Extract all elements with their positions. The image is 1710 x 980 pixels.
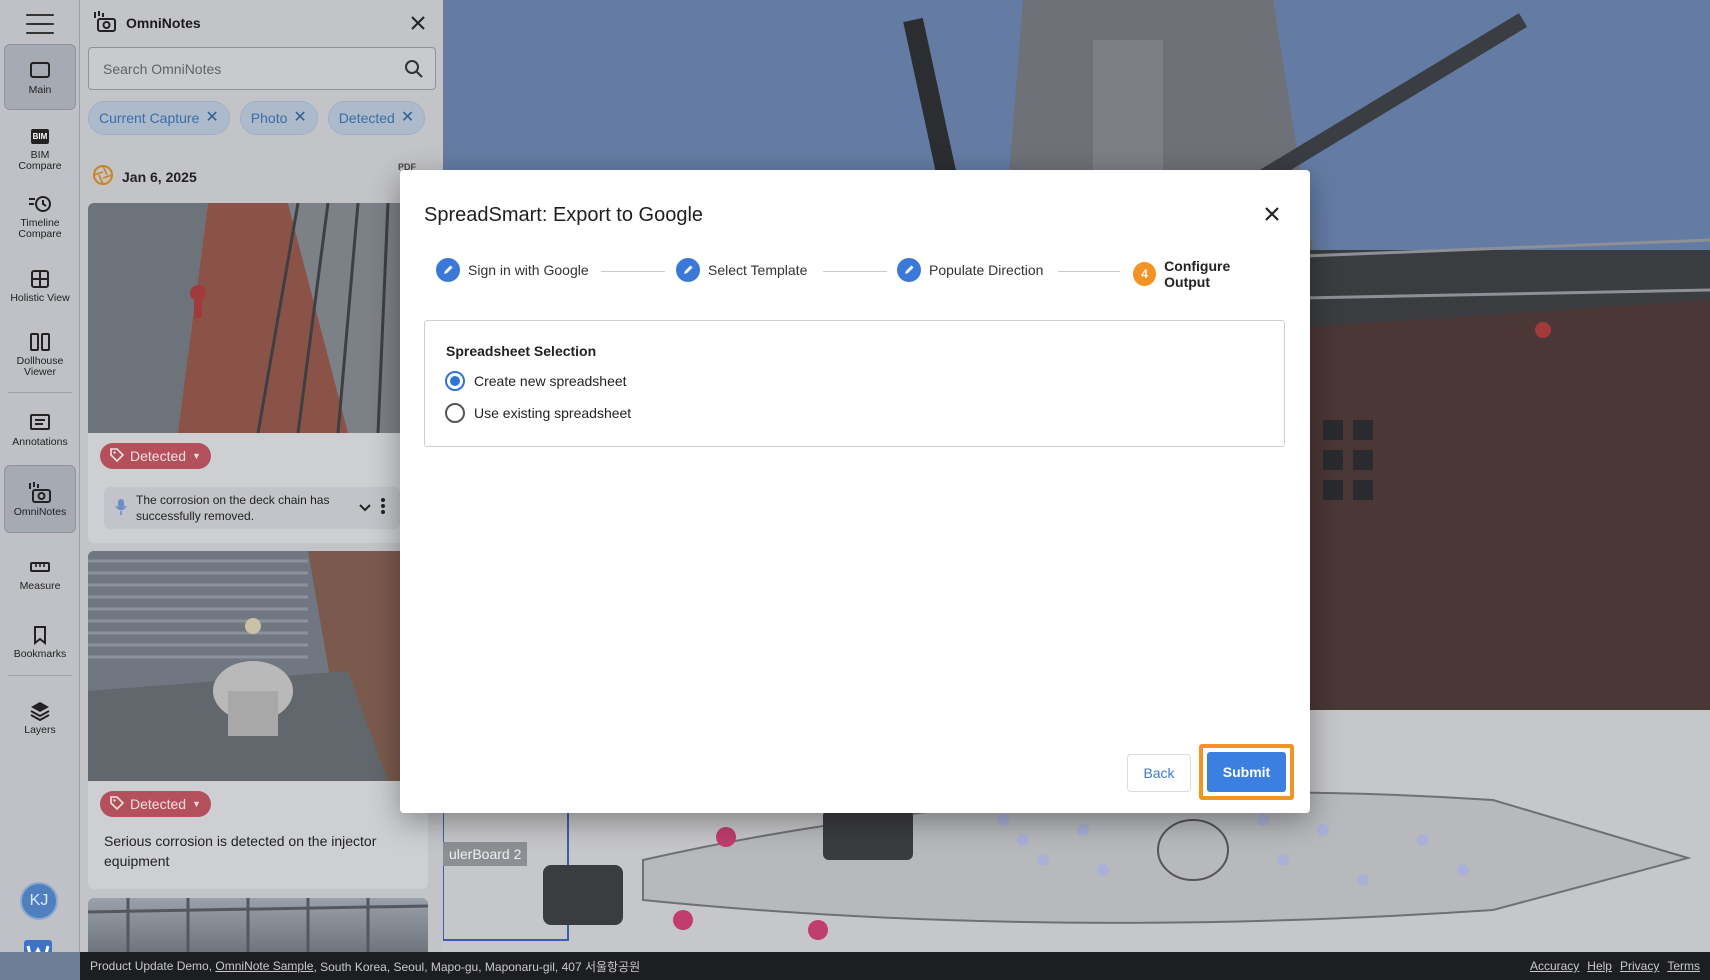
step-configure-output[interactable]: 4 Configure Output [1133,258,1276,290]
option-create-new[interactable]: Create new spreadsheet [445,371,627,391]
dialog-title: SpreadSmart: Export to Google [424,204,704,226]
step-label: Configure Output [1164,258,1231,290]
section-title: Spreadsheet Selection [446,343,597,359]
step-connector [601,271,665,272]
footer-address: , South Korea, Seoul, Mapo-gu, Maponaru-… [313,959,641,974]
step-connector [823,271,887,272]
radio-selected[interactable] [445,371,465,391]
option-label: Use existing spreadsheet [474,405,632,421]
footer-link-privacy[interactable]: Privacy [1620,959,1659,973]
pencil-icon [436,258,460,282]
close-dialog-icon[interactable] [1260,202,1284,226]
status-footer: Product Update Demo, OmniNote Sample , S… [80,952,1710,980]
footer-link-terms[interactable]: Terms [1667,959,1700,973]
option-label: Create new spreadsheet [474,373,627,389]
spreadsheet-selection-box: Spreadsheet Selection Create new spreads… [424,320,1285,447]
radio-unselected[interactable] [445,403,465,423]
export-dialog: SpreadSmart: Export to Google Sign in wi… [400,170,1310,813]
export-stepper: Sign in with Google Select Template Popu… [436,258,1276,290]
footer-links: Accuracy Help Privacy Terms [1530,959,1700,973]
back-button[interactable]: Back [1127,754,1191,792]
option-use-existing[interactable]: Use existing spreadsheet [445,403,631,423]
step-number: 4 [1133,262,1157,286]
step-label: Select Template [708,262,808,278]
footer-prefix: Product Update Demo, [90,959,216,973]
step-populate-direction[interactable]: Populate Direction [897,258,1043,282]
step-label: Sign in with Google [468,262,589,278]
step-connector [1058,271,1120,272]
footer-link-help[interactable]: Help [1587,959,1612,973]
submit-button[interactable]: Submit [1207,752,1286,792]
pencil-icon [676,258,700,282]
step-label: Populate Direction [929,262,1044,278]
footer-sample-link[interactable]: OmniNote Sample [215,959,313,973]
footer-link-accuracy[interactable]: Accuracy [1530,959,1579,973]
step-sign-in[interactable]: Sign in with Google [436,258,589,282]
step-select-template[interactable]: Select Template [676,258,807,282]
pencil-icon [897,258,921,282]
